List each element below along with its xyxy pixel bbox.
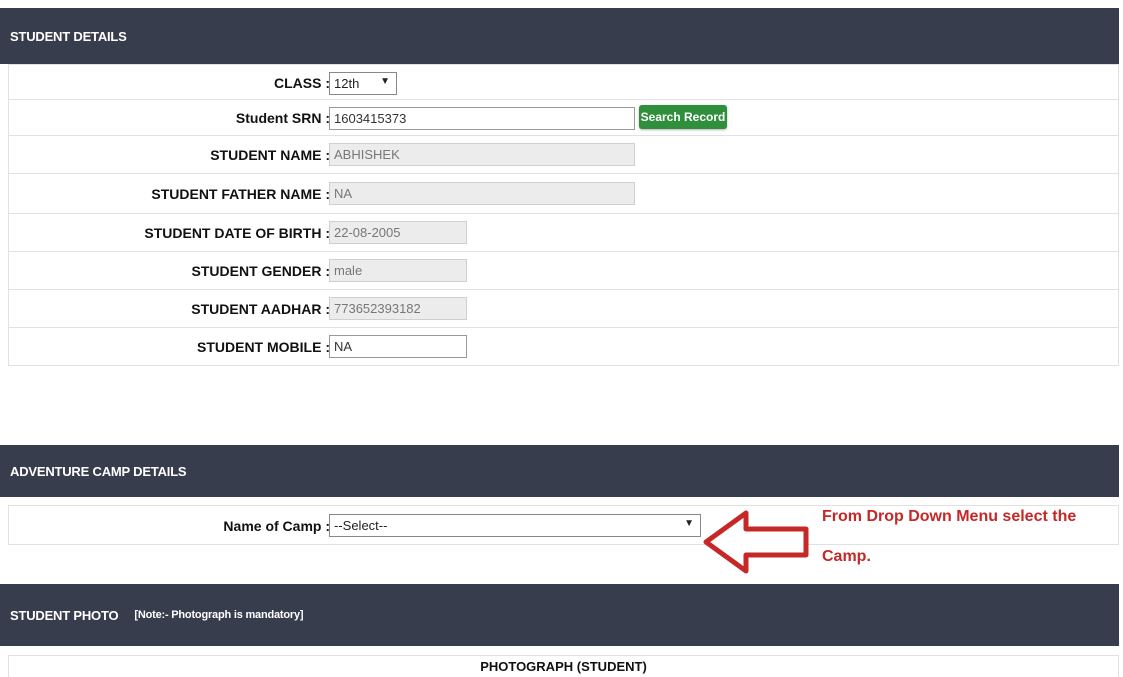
- student-photo-title: STUDENT PHOTO: [10, 607, 119, 623]
- srn-input[interactable]: 1603415373: [329, 107, 635, 130]
- dob-row: STUDENT DATE OF BIRTH : 22-08-2005: [8, 214, 1119, 252]
- gender-row: STUDENT GENDER : male: [8, 252, 1119, 290]
- father-name-row: STUDENT FATHER NAME : NA: [8, 174, 1119, 214]
- father-name-field[interactable]: NA: [329, 182, 635, 205]
- class-select-value: 12th: [334, 76, 360, 91]
- mobile-label: STUDENT MOBILE :: [197, 339, 330, 355]
- class-select[interactable]: 12th ▼: [329, 72, 397, 95]
- aadhar-value: 773652393182: [334, 301, 421, 316]
- student-name-label: STUDENT NAME :: [210, 147, 330, 163]
- search-record-label: Search Record: [640, 110, 726, 124]
- camp-label: Name of Camp :: [223, 518, 330, 534]
- gender-field[interactable]: male: [329, 259, 467, 282]
- arrow-left-icon: [703, 510, 809, 574]
- student-name-row: STUDENT NAME : ABHISHEK: [8, 136, 1119, 174]
- father-name-label: STUDENT FATHER NAME :: [151, 186, 330, 202]
- aadhar-field[interactable]: 773652393182: [329, 297, 467, 320]
- photograph-column-label: PHOTOGRAPH (STUDENT): [480, 659, 647, 674]
- camp-select[interactable]: --Select-- ▼: [329, 514, 701, 537]
- aadhar-row: STUDENT AADHAR : 773652393182: [8, 290, 1119, 328]
- photograph-column-title: PHOTOGRAPH (STUDENT): [8, 655, 1119, 677]
- class-label: CLASS :: [274, 75, 330, 91]
- student-details-header: STUDENT DETAILS: [0, 8, 1119, 64]
- photo-mandatory-note: [Note:- Photograph is mandatory]: [134, 609, 304, 621]
- srn-label: Student SRN :: [235, 110, 330, 126]
- student-details-title: STUDENT DETAILS: [10, 28, 127, 44]
- aadhar-label: STUDENT AADHAR :: [191, 301, 330, 317]
- mobile-input[interactable]: NA: [329, 335, 467, 358]
- mobile-input-value: NA: [334, 339, 353, 354]
- adventure-camp-header: ADVENTURE CAMP DETAILS: [0, 445, 1119, 497]
- srn-input-value: 1603415373: [334, 111, 407, 126]
- annotation-line-2: Camp.: [822, 548, 871, 565]
- chevron-down-icon: ▼: [380, 76, 390, 87]
- student-name-value: ABHISHEK: [334, 147, 400, 162]
- srn-row: Student SRN : 1603415373 Search Record: [8, 100, 1119, 136]
- adventure-camp-title: ADVENTURE CAMP DETAILS: [10, 463, 187, 479]
- gender-label: STUDENT GENDER :: [191, 263, 330, 279]
- dob-label: STUDENT DATE OF BIRTH :: [144, 225, 330, 241]
- annotation-line-1: From Drop Down Menu select the: [822, 508, 1077, 525]
- dob-value: 22-08-2005: [334, 225, 401, 240]
- father-name-value: NA: [334, 186, 353, 201]
- dob-field[interactable]: 22-08-2005: [329, 221, 467, 244]
- student-photo-header: STUDENT PHOTO [Note:- Photograph is mand…: [0, 584, 1119, 646]
- search-record-button[interactable]: Search Record: [639, 105, 727, 129]
- camp-select-value: --Select--: [334, 518, 388, 533]
- student-name-field[interactable]: ABHISHEK: [329, 143, 635, 166]
- chevron-down-icon: ▼: [684, 518, 694, 529]
- mobile-row: STUDENT MOBILE : NA: [8, 328, 1119, 366]
- gender-value: male: [334, 263, 363, 278]
- class-row: CLASS : 12th ▼: [8, 64, 1119, 100]
